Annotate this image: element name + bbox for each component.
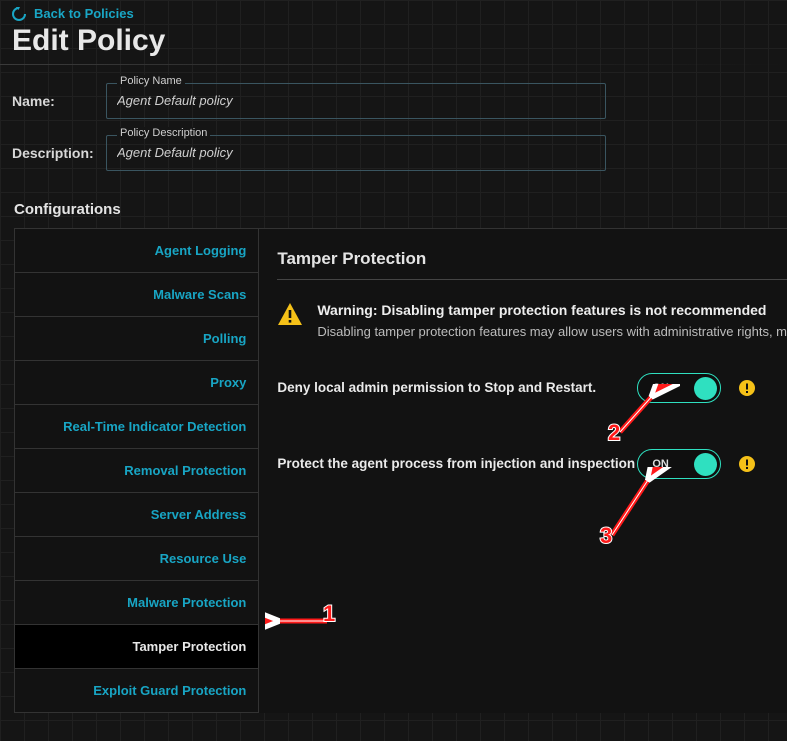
description-label: Description:	[12, 145, 106, 161]
description-row: Description: Policy Description	[0, 127, 787, 179]
sidebar-item-label: Resource Use	[160, 551, 247, 566]
back-link-label: Back to Policies	[34, 6, 134, 21]
name-row: Name: Policy Name	[0, 75, 787, 127]
name-label: Name:	[12, 93, 106, 109]
setting-label: Deny local admin permission to Stop and …	[277, 380, 637, 395]
alert-icon[interactable]	[739, 456, 755, 472]
sidebar-item-label: Malware Protection	[127, 595, 246, 610]
toggle-knob	[694, 453, 717, 476]
sidebar-item-server-address[interactable]: Server Address	[15, 493, 258, 537]
configurations-container: Agent Logging Malware Scans Polling Prox…	[14, 228, 787, 713]
policy-name-legend: Policy Name	[117, 75, 185, 87]
policy-name-fieldset: Policy Name	[106, 83, 606, 119]
toggle-deny-local-admin[interactable]: ON	[637, 373, 721, 403]
divider	[277, 279, 787, 280]
sidebar-item-proxy[interactable]: Proxy	[15, 361, 258, 405]
alert-icon[interactable]	[739, 380, 755, 396]
back-icon	[12, 7, 28, 21]
sidebar-item-label: Polling	[203, 331, 246, 346]
sidebar-item-label: Tamper Protection	[132, 639, 246, 654]
sidebar-item-removal-protection[interactable]: Removal Protection	[15, 449, 258, 493]
toggle-state-label: ON	[652, 458, 669, 470]
policy-description-fieldset: Policy Description	[106, 135, 606, 171]
setting-deny-local-admin: Deny local admin permission to Stop and …	[277, 373, 787, 403]
configurations-header: Configurations	[0, 179, 787, 228]
tamper-protection-panel: Tamper Protection Warning: Disabling tam…	[259, 229, 787, 713]
setting-label: Protect the agent process from injection…	[277, 456, 637, 471]
warning-icon	[277, 302, 305, 329]
policy-name-input[interactable]	[107, 84, 605, 118]
sidebar-item-resource-use[interactable]: Resource Use	[15, 537, 258, 581]
policy-description-legend: Policy Description	[117, 127, 210, 139]
setting-protect-agent-process: Protect the agent process from injection…	[277, 449, 787, 479]
sidebar-item-polling[interactable]: Polling	[15, 317, 258, 361]
sidebar-item-malware-protection[interactable]: Malware Protection	[15, 581, 258, 625]
policy-description-input[interactable]	[107, 136, 605, 170]
sidebar-item-label: Exploit Guard Protection	[93, 683, 246, 698]
panel-title: Tamper Protection	[277, 249, 787, 269]
config-sidebar: Agent Logging Malware Scans Polling Prox…	[14, 229, 259, 713]
toggle-knob	[694, 377, 717, 400]
sidebar-item-label: Server Address	[151, 507, 247, 522]
sidebar-item-label: Removal Protection	[124, 463, 246, 478]
divider	[0, 64, 787, 65]
sidebar-item-exploit-guard[interactable]: Exploit Guard Protection	[15, 669, 258, 713]
page-title: Edit Policy	[0, 24, 787, 64]
warning-body: Disabling tamper protection features may…	[317, 324, 787, 339]
warning-banner: Warning: Disabling tamper protection fea…	[277, 302, 787, 339]
sidebar-item-realtime-indicator[interactable]: Real-Time Indicator Detection	[15, 405, 258, 449]
toggle-state-label: ON	[652, 382, 669, 394]
toggle-protect-agent-process[interactable]: ON	[637, 449, 721, 479]
sidebar-item-label: Proxy	[210, 375, 246, 390]
warning-text: Warning: Disabling tamper protection fea…	[317, 302, 787, 339]
sidebar-item-malware-scans[interactable]: Malware Scans	[15, 273, 258, 317]
back-to-policies-link[interactable]: Back to Policies	[0, 0, 134, 23]
sidebar-item-tamper-protection[interactable]: Tamper Protection	[15, 625, 258, 669]
warning-title: Warning: Disabling tamper protection fea…	[317, 302, 787, 318]
sidebar-item-label: Real-Time Indicator Detection	[63, 419, 246, 434]
sidebar-item-label: Malware Scans	[153, 287, 246, 302]
sidebar-item-agent-logging[interactable]: Agent Logging	[15, 229, 258, 273]
sidebar-item-label: Agent Logging	[155, 243, 247, 258]
